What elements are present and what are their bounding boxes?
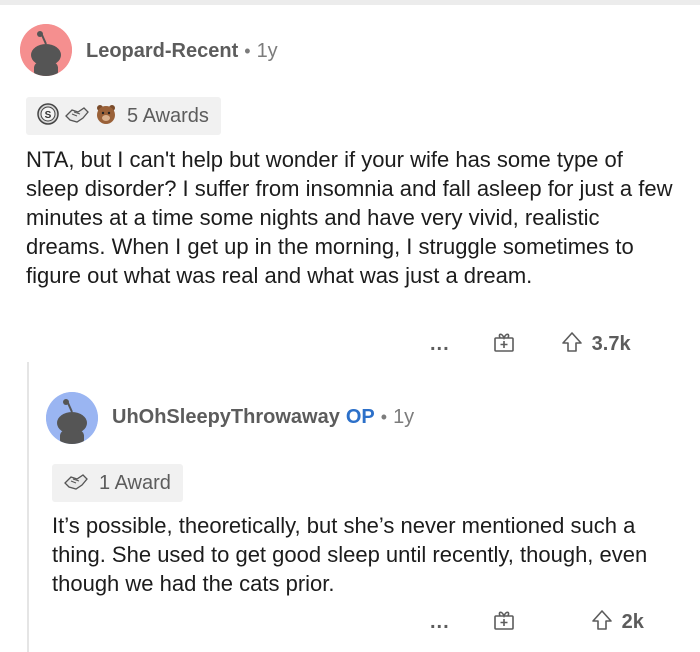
thread-line[interactable] xyxy=(27,362,29,652)
separator-dot: • xyxy=(244,41,251,61)
vote-score: 3.7k xyxy=(591,333,631,355)
username[interactable]: UhOhSleepyThrowaway xyxy=(112,406,340,429)
username[interactable]: Leopard-Recent xyxy=(86,40,238,63)
awards-bar[interactable]: S 5 Awards xyxy=(26,97,221,135)
helpful-award-icon xyxy=(62,469,90,498)
gift-award-icon[interactable] xyxy=(492,608,516,637)
more-options-button[interactable]: ... xyxy=(430,611,450,634)
top-divider xyxy=(0,0,700,5)
snoo-avatar-icon xyxy=(46,392,98,444)
helpful-award-icon xyxy=(63,102,91,131)
comment-age: 1y xyxy=(256,40,278,62)
vote-score: 2k xyxy=(621,611,644,633)
gift-award-icon[interactable] xyxy=(492,330,516,359)
avatar[interactable] xyxy=(20,24,72,76)
silver-award-icon: S xyxy=(36,102,60,131)
comment-body: It’s possible, theoretically, but she’s … xyxy=(52,513,648,596)
upvote-arrow-icon[interactable] xyxy=(560,330,584,359)
comment-body: NTA, but I can't help but wonder if your… xyxy=(26,147,673,288)
avatar[interactable] xyxy=(46,392,98,444)
snoo-avatar-icon xyxy=(20,24,72,76)
bear-award-icon xyxy=(94,102,118,131)
separator-dot: • xyxy=(380,407,388,427)
comment-age: 1y xyxy=(393,406,415,428)
more-options-button[interactable]: ... xyxy=(430,333,450,356)
awards-count: 1 Award xyxy=(99,471,171,494)
awards-bar[interactable]: 1 Award xyxy=(52,464,183,502)
svg-text:S: S xyxy=(45,110,52,121)
upvote-arrow-icon[interactable] xyxy=(590,608,614,637)
awards-count: 5 Awards xyxy=(127,104,209,127)
op-badge: OP xyxy=(345,406,375,428)
